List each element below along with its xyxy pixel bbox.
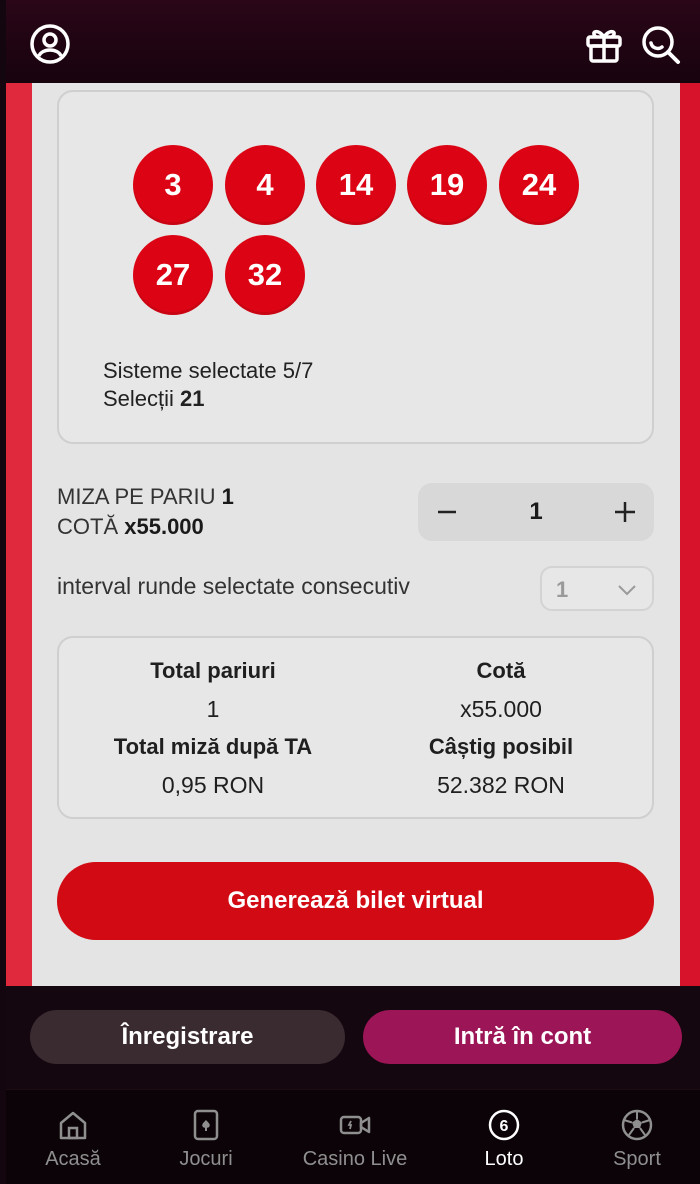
cards-icon: [193, 1109, 219, 1141]
chevron-down-icon: [618, 585, 636, 596]
selections-label: Selecții: [103, 386, 174, 411]
number-ball[interactable]: 3: [133, 145, 213, 225]
total-bets-value: 1: [206, 696, 220, 722]
odds-line: COTĂ x55.000: [57, 514, 204, 540]
decorative-stripe-left: [6, 83, 32, 986]
nav-item-games[interactable]: Jocuri: [141, 1108, 271, 1171]
odds-value: x55.000: [124, 514, 204, 539]
bet-slip-panel: 3 4 14 19 24 27 32 Sisteme selectate 5/7…: [6, 83, 700, 986]
top-header: [6, 0, 700, 83]
soccer-ball-icon: [621, 1109, 653, 1141]
number-ball[interactable]: 32: [225, 235, 305, 315]
video-camera-icon: [339, 1115, 371, 1135]
number-ball[interactable]: 14: [316, 145, 396, 225]
login-button[interactable]: Intră în cont: [363, 1010, 682, 1064]
stake-label: MIZA PE PARIU: [57, 484, 216, 509]
register-button[interactable]: Înregistrare: [30, 1010, 345, 1064]
search-icon[interactable]: [638, 22, 682, 66]
nav-item-home[interactable]: Acasă: [8, 1108, 138, 1171]
nav-item-sport[interactable]: Sport: [572, 1108, 700, 1171]
nav-label: Jocuri: [179, 1148, 233, 1170]
rounds-interval-value: 1: [556, 577, 569, 602]
odds-label: COTĂ: [57, 514, 119, 539]
bet-summary-card: Total pariuri 1 Cotă x55.000 Total miză …: [57, 636, 654, 819]
stake-value: 1: [221, 484, 234, 509]
selections-value: 21: [180, 386, 205, 411]
odds-summary-label: Cotă: [476, 658, 526, 683]
svg-text:6: 6: [500, 1118, 509, 1135]
nav-item-loto[interactable]: 6 Loto: [439, 1108, 569, 1171]
total-stake-label: Total miză după TA: [113, 734, 313, 759]
nav-label: Casino Live: [302, 1148, 408, 1170]
stake-stepper: 1: [418, 483, 654, 541]
minus-icon: [438, 510, 456, 514]
number-ball[interactable]: 24: [499, 145, 579, 225]
increment-button[interactable]: [596, 483, 654, 541]
systems-selected-text: Sisteme selectate 5/7: [103, 358, 314, 383]
user-circle-icon[interactable]: [28, 22, 72, 66]
possible-win-label: Câștig posibil: [428, 734, 574, 759]
generate-ticket-button[interactable]: Generează bilet virtual: [57, 862, 654, 940]
number-ball[interactable]: 27: [133, 235, 213, 315]
possible-win-value: 52.382 RON: [437, 772, 565, 798]
decrement-button[interactable]: [418, 483, 476, 541]
lotto-ball-icon: 6: [488, 1109, 520, 1141]
nav-label: Acasă: [45, 1148, 101, 1170]
number-ball[interactable]: 4: [225, 145, 305, 225]
odds-summary-value: x55.000: [460, 696, 542, 722]
decorative-stripe-right: [680, 83, 700, 986]
number-ball[interactable]: 19: [407, 145, 487, 225]
bottom-nav: Acasă Jocuri Casino Live 6 Loto Sport: [6, 1089, 700, 1184]
stake-input[interactable]: 1: [488, 483, 584, 541]
total-stake-value: 0,95 RON: [161, 772, 265, 798]
nav-label: Loto: [484, 1148, 524, 1170]
selected-numbers-card: 3 4 14 19 24 27 32 Sisteme selectate 5/7…: [57, 90, 654, 444]
auth-bar: Înregistrare Intră în cont: [6, 986, 700, 1089]
stake-per-bet: MIZA PE PARIU 1: [57, 484, 234, 510]
plus-icon: [615, 502, 635, 522]
selections-count-text: Selecții 21: [103, 386, 205, 412]
total-bets-label: Total pariuri: [150, 658, 276, 683]
rounds-interval-select[interactable]: 1: [540, 566, 654, 611]
nav-label: Sport: [613, 1148, 661, 1170]
rounds-interval-label: interval runde selectate consecutiv: [57, 573, 410, 599]
gift-icon[interactable]: [582, 22, 626, 66]
nav-item-casino-live[interactable]: Casino Live: [290, 1108, 420, 1171]
home-icon: [59, 1111, 87, 1140]
